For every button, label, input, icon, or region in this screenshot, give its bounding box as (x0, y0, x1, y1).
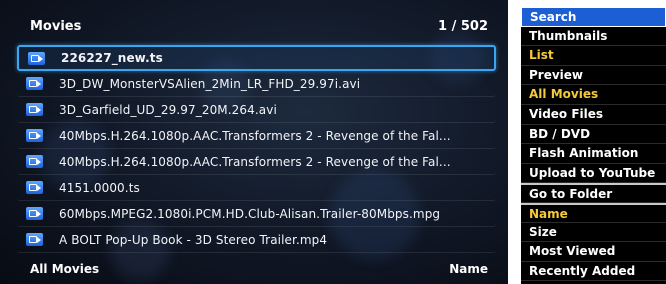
file-row[interactable]: 3D_DW_MonsterVSAlien_2Min_LR_FHD_29.97i.… (17, 71, 496, 97)
footer-sort-label: Name (449, 262, 488, 276)
file-row[interactable]: 4151.0000.ts (17, 175, 496, 201)
video-file-icon (26, 103, 43, 116)
menu-item-thumbnails[interactable]: Thumbnails (521, 27, 666, 47)
file-row[interactable]: 40Mbps.H.264.1080p.AAC.Transformers 2 - … (17, 149, 496, 175)
menu-item-sort-size[interactable]: Size (521, 223, 666, 243)
video-file-icon (26, 233, 43, 246)
file-row[interactable]: 226227_new.ts (17, 45, 496, 71)
section-title: Movies (30, 19, 82, 34)
video-file-icon (26, 207, 43, 220)
file-name: 226227_new.ts (61, 51, 163, 65)
menu-item-list[interactable]: List (521, 46, 666, 66)
file-name: 40Mbps.H.264.1080p.AAC.Transformers 2 - … (59, 154, 451, 169)
menu-item-flash-animation[interactable]: Flash Animation (521, 144, 666, 164)
menu-item-most-viewed[interactable]: Most Viewed (521, 242, 666, 262)
file-row[interactable]: 40Mbps.H.264.1080p.AAC.Transformers 2 - … (17, 123, 496, 149)
menu-item-upload-youtube[interactable]: Upload to YouTube (521, 164, 666, 184)
file-name: 3D_DW_MonsterVSAlien_2Min_LR_FHD_29.97i.… (59, 76, 361, 91)
menu-item-search[interactable]: Search (521, 7, 666, 27)
file-browser-panel: Movies 1 / 502 226227_new.ts 3D_DW_Monst… (0, 0, 508, 284)
file-row[interactable]: A BOLT Pop-Up Book - 3D Stereo Trailer.m… (17, 227, 496, 253)
video-file-icon (26, 129, 43, 142)
file-name: 4151.0000.ts (59, 180, 140, 195)
item-counter: 1 / 502 (438, 19, 488, 34)
video-file-icon (26, 77, 43, 90)
menu-item-go-to-folder[interactable]: Go to Folder (521, 183, 666, 203)
file-name: 3D_Garfield_UD_29.97_20M.264.avi (59, 102, 277, 117)
menu-item-all-movies[interactable]: All Movies (521, 85, 666, 105)
file-row[interactable]: 3D_Garfield_UD_29.97_20M.264.avi (17, 97, 496, 123)
file-name: 60Mbps.MPEG2.1080i.PCM.HD.Club-Alisan.Tr… (59, 206, 441, 221)
menu-item-sort-name[interactable]: Name (521, 202, 666, 223)
menu-item-recently-added[interactable]: Recently Added (521, 262, 666, 282)
video-file-icon (28, 51, 45, 65)
menu-item-preview[interactable]: Preview (521, 66, 666, 86)
file-list: 226227_new.ts 3D_DW_MonsterVSAlien_2Min_… (17, 45, 496, 253)
video-file-icon (26, 155, 43, 168)
options-menu: Search Thumbnails List Preview All Movie… (521, 7, 666, 284)
file-name: A BOLT Pop-Up Book - 3D Stereo Trailer.m… (59, 232, 328, 247)
video-file-icon (26, 181, 43, 194)
footer-filter-label: All Movies (30, 262, 100, 276)
menu-item-video-files[interactable]: Video Files (521, 105, 666, 125)
file-name: 40Mbps.H.264.1080p.AAC.Transformers 2 - … (59, 128, 451, 143)
file-row[interactable]: 60Mbps.MPEG2.1080i.PCM.HD.Club-Alisan.Tr… (17, 201, 496, 227)
menu-item-bd-dvd[interactable]: BD / DVD (521, 125, 666, 145)
